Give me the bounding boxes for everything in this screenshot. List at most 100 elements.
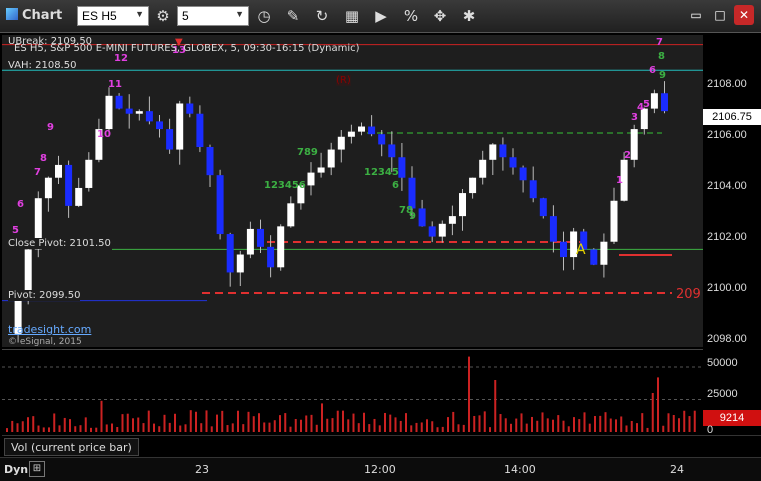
- volume-bar: [315, 424, 318, 432]
- volume-bar: [478, 415, 481, 432]
- time-axis[interactable]: Dyn ⊞ 23 12:00 14:00 24: [0, 457, 761, 481]
- star-icon[interactable]: ✱: [457, 5, 481, 27]
- volume-bar: [378, 425, 381, 432]
- lock-icon[interactable]: ⊞: [29, 461, 45, 477]
- volume-bar: [594, 416, 596, 432]
- volume-bar: [69, 419, 71, 432]
- volume-bar: [630, 420, 633, 432]
- volume-bar: [231, 423, 234, 432]
- price-axis[interactable]: 2108.00 2106.00 2104.00 2102.00 2100.00 …: [703, 35, 761, 347]
- volume-bar: [16, 423, 19, 432]
- volume-bar: [258, 413, 260, 432]
- clock-icon[interactable]: ◷: [252, 5, 276, 27]
- candle-body: [560, 241, 567, 258]
- time-tick: 14:00: [504, 463, 536, 476]
- volume-tick: 25000: [707, 388, 738, 400]
- volume-bar: [426, 419, 428, 432]
- candle-body: [277, 226, 285, 268]
- time-tick: 24: [670, 463, 684, 476]
- volume-bar: [58, 425, 61, 432]
- last-price-box: 2106.75: [703, 109, 761, 125]
- volume-bar: [688, 416, 691, 432]
- volume-bar: [646, 427, 649, 432]
- chevron-down-icon[interactable]: ▼: [235, 9, 244, 19]
- candle-body: [145, 111, 153, 122]
- volume-bar: [373, 418, 376, 432]
- play-icon[interactable]: ▶: [369, 5, 393, 27]
- volume-bar: [562, 420, 565, 432]
- candle-body: [529, 180, 537, 199]
- volume-bar: [399, 420, 402, 432]
- candle-body: [459, 193, 466, 217]
- volume-bar: [147, 410, 150, 432]
- volume-bar: [678, 418, 680, 432]
- candle-body: [115, 95, 123, 109]
- volume-bar: [420, 422, 423, 432]
- close-pivot-label: Close Pivot: 2101.50: [8, 238, 111, 249]
- volume-bar: [200, 423, 203, 432]
- candle-body: [600, 241, 608, 265]
- candle-body: [590, 249, 598, 265]
- percent-icon[interactable]: %: [399, 5, 423, 27]
- candle-body: [398, 157, 406, 178]
- candle-body: [65, 164, 73, 206]
- interval-combo[interactable]: 5 ▼: [177, 6, 249, 26]
- volume-bar: [27, 417, 29, 432]
- minimize-icon[interactable]: ▭: [686, 5, 706, 25]
- volume-bar: [410, 425, 413, 432]
- setup-count: 9: [659, 70, 666, 81]
- setup-count: 12345: [364, 167, 399, 178]
- dyn-label[interactable]: Dyn: [4, 463, 28, 476]
- volume-bar: [336, 410, 339, 432]
- volume-study-label[interactable]: Vol (current price bar): [4, 438, 139, 456]
- quote-icon[interactable]: ▦: [340, 5, 364, 27]
- candle-body: [85, 159, 93, 188]
- setup-count: 6: [17, 199, 24, 210]
- time-tick: 12:00: [364, 463, 396, 476]
- price-tick: 2100.00: [707, 282, 747, 294]
- setup-count: 2: [624, 150, 631, 161]
- gear-icon[interactable]: ⚙: [151, 5, 175, 27]
- volume-bar: [90, 427, 92, 432]
- volume-pane[interactable]: [2, 349, 703, 435]
- chart-area: 12 11 10 9 8 7 6 5 13 7 6 5 4 3 2 1 12345 6 78 9 123456 789 9 8…: [0, 33, 761, 481]
- volume-bar: [111, 423, 113, 432]
- volume-bar: [625, 425, 628, 432]
- volume-bar: [184, 424, 187, 432]
- pencil-icon[interactable]: ✎: [281, 5, 305, 27]
- symbol-combo[interactable]: ES H5 ▼: [77, 6, 149, 26]
- candle-body: [246, 228, 254, 255]
- volume-bar: [289, 426, 292, 432]
- candle-body: [378, 134, 386, 145]
- candle-body: [226, 234, 234, 273]
- volume-bar: [63, 417, 66, 432]
- chevron-down-icon[interactable]: ▼: [135, 9, 144, 19]
- volume-bar: [205, 410, 208, 432]
- setup-count: 1: [616, 175, 623, 186]
- volume-bar: [515, 418, 518, 432]
- volume-bar: [357, 423, 360, 432]
- volume-bar: [525, 423, 528, 432]
- symbol-value: ES H5: [82, 9, 117, 23]
- price-pane[interactable]: 12 11 10 9 8 7 6 5 13 7 6 5 4 3 2 1 12345 6 78 9 123456 789 9 8…: [2, 35, 703, 347]
- move-icon[interactable]: ✥: [428, 5, 452, 27]
- volume-bar: [546, 418, 549, 432]
- maximize-icon[interactable]: □: [710, 5, 730, 25]
- volume-bar: [168, 422, 171, 432]
- volume-bar: [667, 413, 670, 432]
- volume-axis[interactable]: 50000 25000 9214 0: [703, 349, 761, 436]
- volume-bar: [384, 412, 386, 432]
- setup-count: 123456: [264, 180, 306, 191]
- pivot-label: Pivot: 2099.50: [8, 290, 81, 301]
- curve-icon[interactable]: ↻: [310, 5, 334, 27]
- volume-bar: [536, 420, 539, 432]
- chart-icon: [6, 8, 18, 20]
- volume-bar: [672, 415, 675, 432]
- close-icon[interactable]: ✕: [734, 5, 754, 25]
- volume-bar: [179, 425, 182, 432]
- volume-bar: [441, 426, 444, 432]
- volume-bar: [137, 417, 140, 432]
- setup-count: 7: [656, 37, 663, 48]
- volume-bar: [6, 428, 8, 432]
- volume-bar: [620, 416, 623, 432]
